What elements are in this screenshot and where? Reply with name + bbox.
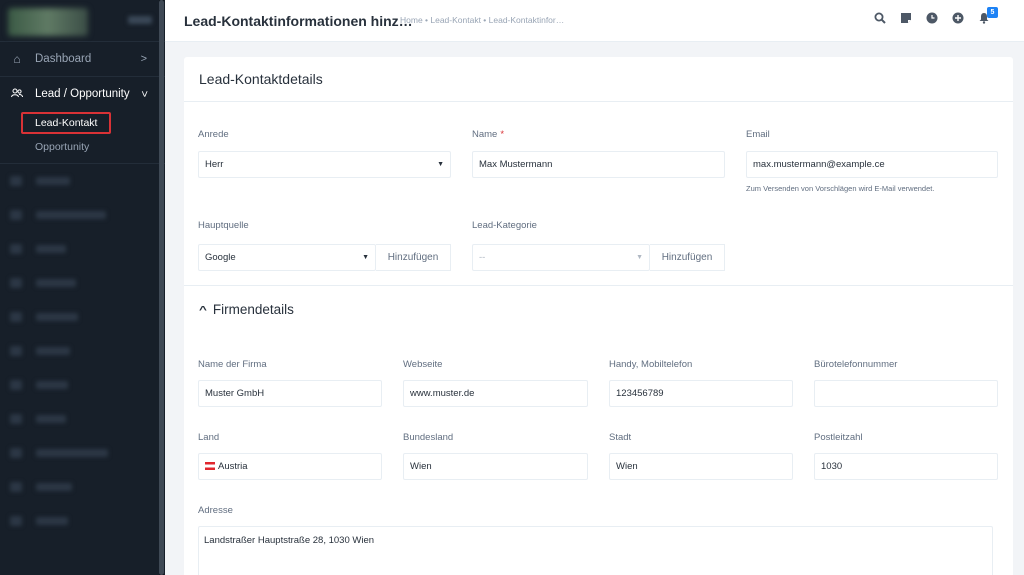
sidebar-scrollbar[interactable] (159, 0, 164, 575)
chevron-up-icon: ^ (199, 303, 207, 316)
handy-label: Handy, Mobiltelefon (609, 359, 693, 370)
sidebar-item-blurred[interactable] (0, 504, 165, 538)
sidebar-item-blurred[interactable] (0, 402, 165, 436)
top-bar: Lead-Kontaktinformationen hinz… Home • L… (165, 0, 1024, 42)
hauptquelle-select[interactable]: Google ▼ (198, 244, 376, 271)
name-label: Name * (472, 129, 505, 140)
hauptquelle-add-button[interactable]: Hinzufügen (376, 244, 451, 271)
sticky-note-icon[interactable] (899, 12, 913, 26)
kategorie-value: -- (479, 252, 486, 263)
kategorie-select[interactable]: -- ▼ (472, 244, 650, 271)
sidebar-item-label: Dashboard (35, 53, 92, 65)
search-icon[interactable] (873, 12, 887, 26)
sidebar-item-dashboard[interactable]: ⌂ Dashboard > (0, 42, 165, 76)
plz-label: Postleitzahl (814, 432, 863, 443)
land-label: Land (198, 432, 220, 443)
kategorie-label: Lead-Kategorie (472, 220, 537, 231)
sidebar-item-blurred[interactable] (0, 198, 165, 232)
notification-badge: 5 (987, 7, 998, 18)
caret-down-icon: ▼ (636, 254, 643, 261)
clock-icon[interactable] (925, 12, 939, 26)
stadt-label: Stadt (609, 432, 632, 443)
bundesland-input[interactable]: Wien (403, 453, 588, 480)
caret-down-icon: ▼ (437, 161, 444, 168)
adresse-label: Adresse (198, 505, 233, 516)
sidebar-item-blurred[interactable] (0, 232, 165, 266)
lead-form-card: Lead-Kontaktdetails Anrede Herr ▼ Name * … (184, 57, 1013, 575)
sidebar-subitem-label: Opportunity (35, 141, 90, 153)
kategorie-add-button[interactable]: Hinzufügen (650, 244, 725, 271)
anrede-label: Anrede (198, 129, 229, 140)
card-title: Lead-Kontaktdetails (184, 57, 1013, 102)
plz-input[interactable]: 1030 (814, 453, 998, 480)
email-hint: Zum Versenden von Vorschlägen wird E-Mai… (746, 184, 935, 193)
breadcrumb[interactable]: Home • Lead-Kontakt • Lead-Kontaktinfor… (400, 15, 564, 25)
stadt-input[interactable]: Wien (609, 453, 793, 480)
plus-circle-icon[interactable] (951, 12, 965, 26)
bundesland-label: Bundesland (403, 432, 454, 443)
land-select[interactable]: Austria (198, 453, 382, 480)
email-value: max.mustermann@example.ce (753, 159, 885, 170)
webseite-label: Webseite (403, 359, 443, 370)
users-icon (10, 87, 24, 101)
firmendetails-toggle[interactable]: ^ Firmendetails (199, 302, 294, 317)
sidebar-item-blurred[interactable] (0, 164, 165, 198)
anrede-select[interactable]: Herr ▼ (198, 151, 451, 178)
sidebar: ⌂ Dashboard > Lead / Opportunity > Lead-… (0, 0, 165, 575)
buero-input[interactable] (814, 380, 998, 407)
chevron-down-icon: > (137, 90, 150, 98)
section-divider (184, 285, 1013, 286)
section-title: Firmendetails (212, 302, 294, 317)
hauptquelle-label: Hauptquelle (198, 220, 249, 231)
caret-down-icon: ▼ (362, 254, 369, 261)
adresse-value: Landstraßer Hauptstraße 28, 1030 Wien (204, 535, 375, 546)
logo-image (8, 8, 88, 36)
hauptquelle-value: Google (205, 252, 236, 263)
sidebar-item-lead-opportunity[interactable]: Lead / Opportunity > (0, 77, 165, 111)
sidebar-subitem-opportunity[interactable]: Opportunity (0, 135, 165, 159)
sidebar-item-blurred[interactable] (0, 470, 165, 504)
sidebar-item-blurred[interactable] (0, 368, 165, 402)
sidebar-item-blurred[interactable] (0, 266, 165, 300)
sidebar-item-blurred[interactable] (0, 300, 165, 334)
email-label: Email (746, 129, 770, 140)
name-value: Max Mustermann (479, 159, 553, 170)
austria-flag-icon (205, 462, 215, 470)
handy-input[interactable]: 123456789 (609, 380, 793, 407)
name-input[interactable]: Max Mustermann (472, 151, 725, 178)
firma-input[interactable]: Muster GmbH (198, 380, 382, 407)
logo-text (128, 16, 152, 24)
sidebar-subitem-lead-kontakt[interactable]: Lead-Kontakt (0, 111, 165, 135)
home-icon: ⌂ (13, 52, 21, 66)
webseite-input[interactable]: www.muster.de (403, 380, 588, 407)
page-title: Lead-Kontaktinformationen hinz… (184, 13, 413, 29)
firma-label: Name der Firma (198, 359, 267, 370)
sidebar-item-blurred[interactable] (0, 334, 165, 368)
buero-label: Bürotelefonnummer (814, 359, 898, 370)
adresse-textarea[interactable]: Landstraßer Hauptstraße 28, 1030 Wien (198, 526, 993, 575)
anrede-value: Herr (205, 159, 224, 170)
sidebar-item-label: Lead / Opportunity (35, 88, 130, 100)
highlight-box (21, 112, 111, 134)
sidebar-item-blurred[interactable] (0, 436, 165, 470)
chevron-right-icon: > (140, 53, 147, 65)
email-input[interactable]: max.mustermann@example.ce (746, 151, 998, 178)
company-logo[interactable] (0, 0, 165, 42)
